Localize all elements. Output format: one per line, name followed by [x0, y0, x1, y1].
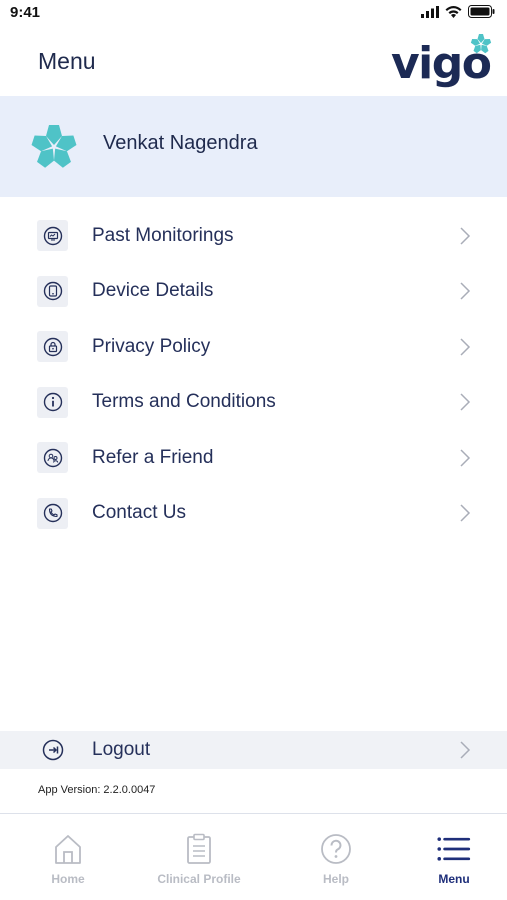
tab-label: Home — [51, 872, 85, 886]
tab-bar: Home Clinical Profile Help Menu — [0, 813, 507, 900]
page-title: Menu — [38, 48, 96, 74]
menu-item-past-monitorings[interactable]: Past Monitorings — [0, 208, 507, 264]
help-icon — [319, 832, 353, 866]
tab-menu[interactable]: Menu — [414, 814, 494, 900]
profile-name: Venkat Nagendra — [103, 132, 258, 154]
lock-icon — [37, 331, 68, 363]
chevron-right-icon — [460, 227, 471, 245]
chevron-right-icon — [460, 504, 471, 522]
menu-item-contact-us[interactable]: Contact Us — [0, 486, 507, 542]
tab-label: Help — [322, 872, 349, 886]
tab-label: Menu — [438, 872, 470, 886]
chevron-right-icon — [460, 338, 471, 356]
home-icon — [51, 832, 85, 866]
tab-clinical-profile[interactable]: Clinical Profile — [149, 814, 249, 900]
chevron-right-icon — [460, 741, 471, 759]
chevron-right-icon — [460, 393, 471, 411]
menu-item-label: Privacy Policy — [92, 335, 211, 357]
tab-help[interactable]: Help — [296, 814, 376, 900]
menu-icon — [437, 832, 471, 866]
info-icon — [37, 386, 68, 418]
chevron-right-icon — [460, 449, 471, 467]
menu-item-privacy-policy[interactable]: Privacy Policy — [0, 319, 507, 375]
menu-item-label: Contact Us — [92, 502, 186, 524]
menu-item-label: Past Monitorings — [92, 224, 234, 246]
menu-item-label: Refer a Friend — [92, 446, 214, 468]
menu-item-label: Terms and Conditions — [92, 391, 276, 413]
menu-item-refer-a-friend[interactable]: Refer a Friend — [0, 430, 507, 486]
menu-item-label: Device Details — [92, 280, 214, 302]
signal-icon — [421, 5, 439, 18]
refer-icon — [37, 442, 68, 474]
menu-item-device-details[interactable]: Device Details — [0, 264, 507, 320]
menu-item-terms-and-conditions[interactable]: Terms and Conditions — [0, 375, 507, 431]
logout-button[interactable]: Logout — [0, 731, 507, 769]
status-time: 9:41 — [10, 4, 41, 21]
tab-home[interactable]: Home — [28, 814, 108, 900]
device-icon — [37, 275, 68, 307]
profile-card[interactable]: Venkat Nagendra — [0, 96, 507, 197]
tab-label: Clinical Profile — [157, 872, 241, 886]
phone-icon — [37, 497, 68, 529]
status-icons — [421, 5, 495, 18]
chevron-right-icon — [460, 282, 471, 300]
battery-icon — [468, 5, 495, 18]
logout-label: Logout — [92, 739, 151, 760]
vigo-logo: vigo — [391, 32, 495, 94]
menu-list: Past Monitorings Device Details Privacy … — [0, 208, 507, 541]
header: Menu vigo — [0, 28, 507, 96]
clipboard-icon — [182, 832, 216, 866]
wifi-icon — [445, 5, 462, 18]
status-bar: 9:41 — [0, 0, 507, 28]
avatar-flower-icon — [31, 125, 77, 168]
logo-flower-icon — [470, 34, 492, 54]
monitor-icon — [37, 220, 68, 252]
logout-icon — [42, 739, 64, 761]
app-version: App Version: 2.2.0.0047 — [38, 784, 156, 796]
